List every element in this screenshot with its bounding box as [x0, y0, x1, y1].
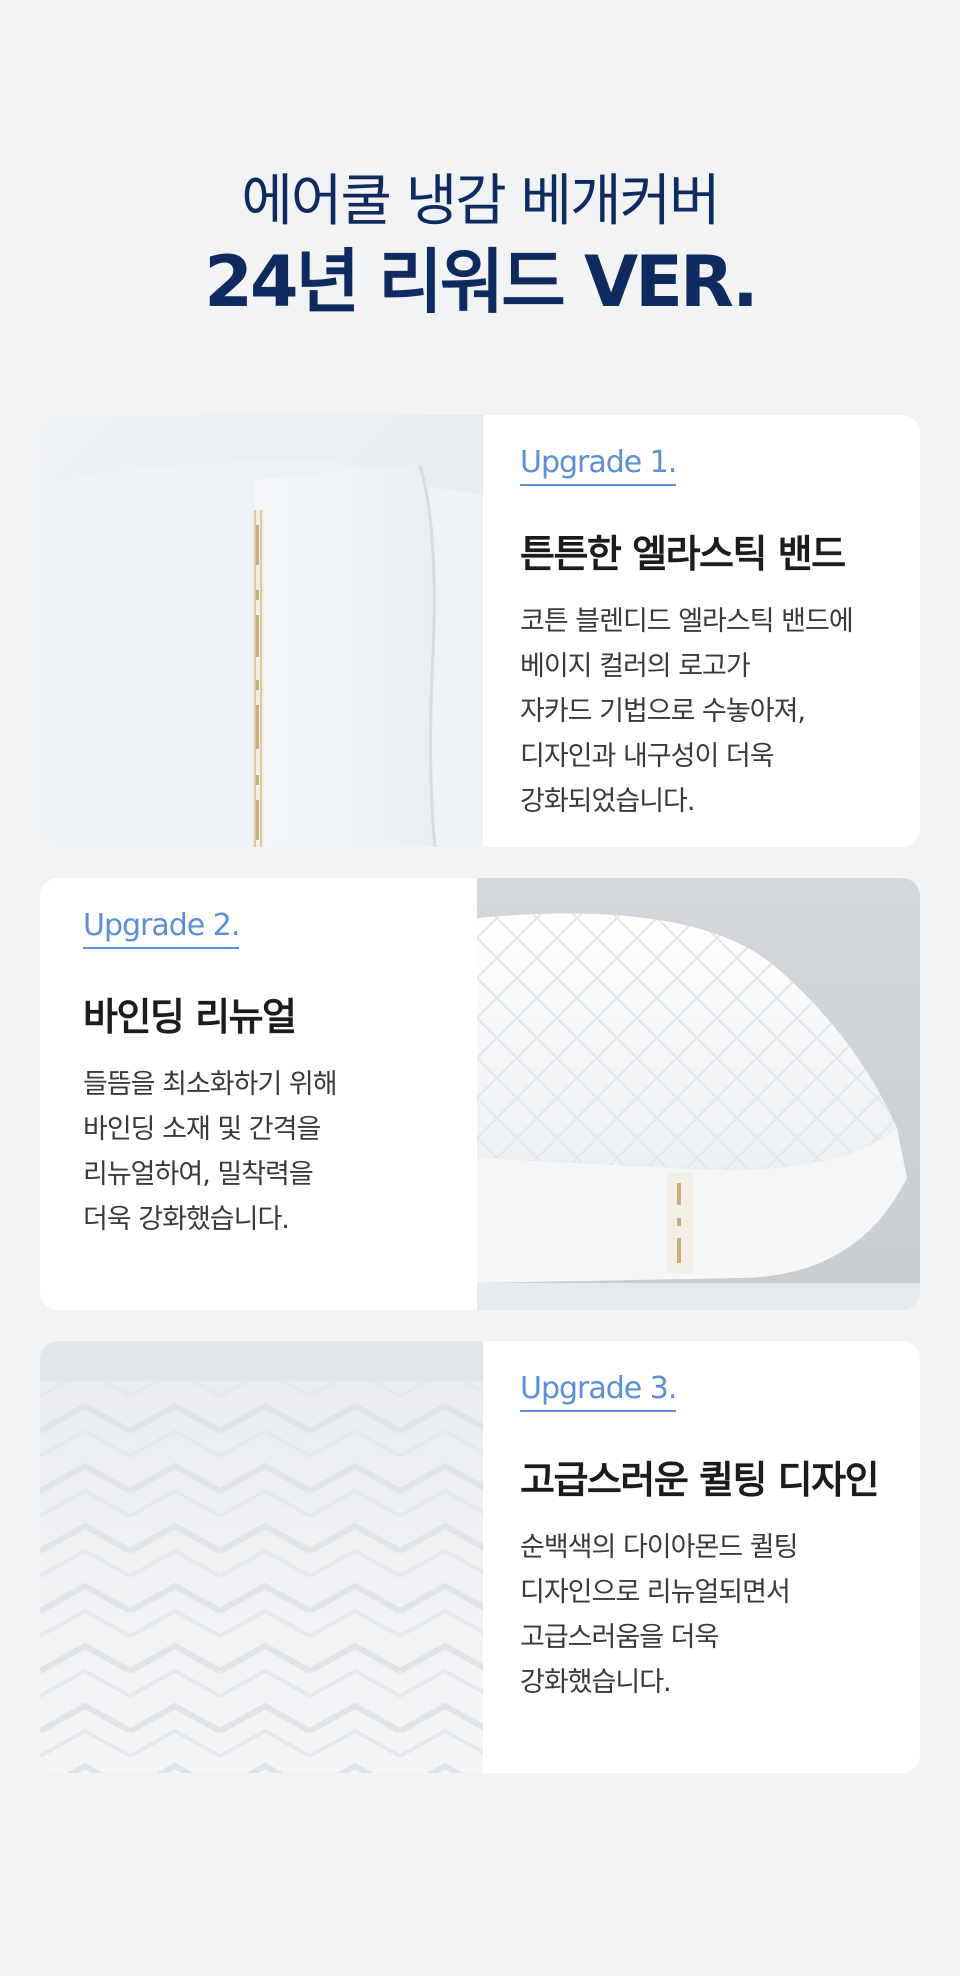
upgrade-card-3: Upgrade 3. 고급스러운 퀼팅 디자인 순백색의 다이아몬드 퀼팅 디자…	[40, 1341, 920, 1773]
elastic-band-photo	[40, 415, 483, 847]
description-line: 고급스러움을 더욱	[520, 1622, 719, 1653]
description-line: 디자인과 내구성이 더욱	[520, 741, 775, 772]
description-line: 더욱 강화했습니다.	[83, 1204, 290, 1235]
description-line: 강화되었습니다.	[520, 786, 695, 817]
description-line: 순백색의 다이아몬드 퀼팅	[520, 1532, 798, 1563]
description-line: 바인딩 소재 및 간격을	[83, 1114, 321, 1145]
description-line: 들뜸을 최소화하기 위해	[83, 1069, 338, 1100]
upgrade-label: Upgrade 3.	[520, 1371, 677, 1412]
card-1-text: Upgrade 1. 튼튼한 엘라스틱 밴드 코튼 블렌디드 엘라스틱 밴드에 …	[520, 415, 920, 847]
description-line: 자카드 기법으로 수놓아져,	[520, 696, 806, 727]
card-title: 튼튼한 엘라스틱 밴드	[520, 532, 846, 576]
card-description: 순백색의 다이아몬드 퀼팅 디자인으로 리뉴얼되면서 고급스러움을 더욱 강화했…	[520, 1525, 920, 1705]
card-title: 바인딩 리뉴얼	[83, 995, 297, 1039]
hero-title-line1: 에어쿨 냉감 베개커버	[241, 169, 720, 234]
description-line: 베이지 컬러의 로고가	[520, 651, 751, 682]
upgrade-card-1: Upgrade 1. 튼튼한 엘라스틱 밴드 코튼 블렌디드 엘라스틱 밴드에 …	[40, 415, 920, 847]
upgrade-label: Upgrade 1.	[520, 445, 677, 486]
description-line: 디자인으로 리뉴얼되면서	[520, 1577, 791, 1608]
description-line: 리뉴얼하여, 밀착력을	[83, 1159, 314, 1190]
hero-heading: 에어쿨 냉감 베개커버 24년 리워드 VER.	[0, 165, 960, 325]
card-description: 코튼 블렌디드 엘라스틱 밴드에 베이지 컬러의 로고가 자카드 기법으로 수놓…	[520, 599, 920, 824]
card-2-text: Upgrade 2. 바인딩 리뉴얼 들뜸을 최소화하기 위해 바인딩 소재 및…	[83, 878, 483, 1310]
pillow-binding-photo	[477, 878, 920, 1310]
description-line: 강화했습니다.	[520, 1667, 672, 1698]
quilting-pattern-photo	[40, 1341, 483, 1773]
upgrade-label: Upgrade 2.	[83, 908, 240, 949]
hero-title-line2: 24년 리워드 VER.	[204, 241, 759, 323]
card-title: 고급스러운 퀼팅 디자인	[520, 1458, 880, 1502]
description-line: 코튼 블렌디드 엘라스틱 밴드에	[520, 606, 854, 637]
card-description: 들뜸을 최소화하기 위해 바인딩 소재 및 간격을 리뉴얼하여, 밀착력을 더욱…	[83, 1062, 483, 1242]
upgrade-card-2: Upgrade 2. 바인딩 리뉴얼 들뜸을 최소화하기 위해 바인딩 소재 및…	[40, 878, 920, 1310]
card-3-text: Upgrade 3. 고급스러운 퀼팅 디자인 순백색의 다이아몬드 퀼팅 디자…	[520, 1341, 920, 1773]
